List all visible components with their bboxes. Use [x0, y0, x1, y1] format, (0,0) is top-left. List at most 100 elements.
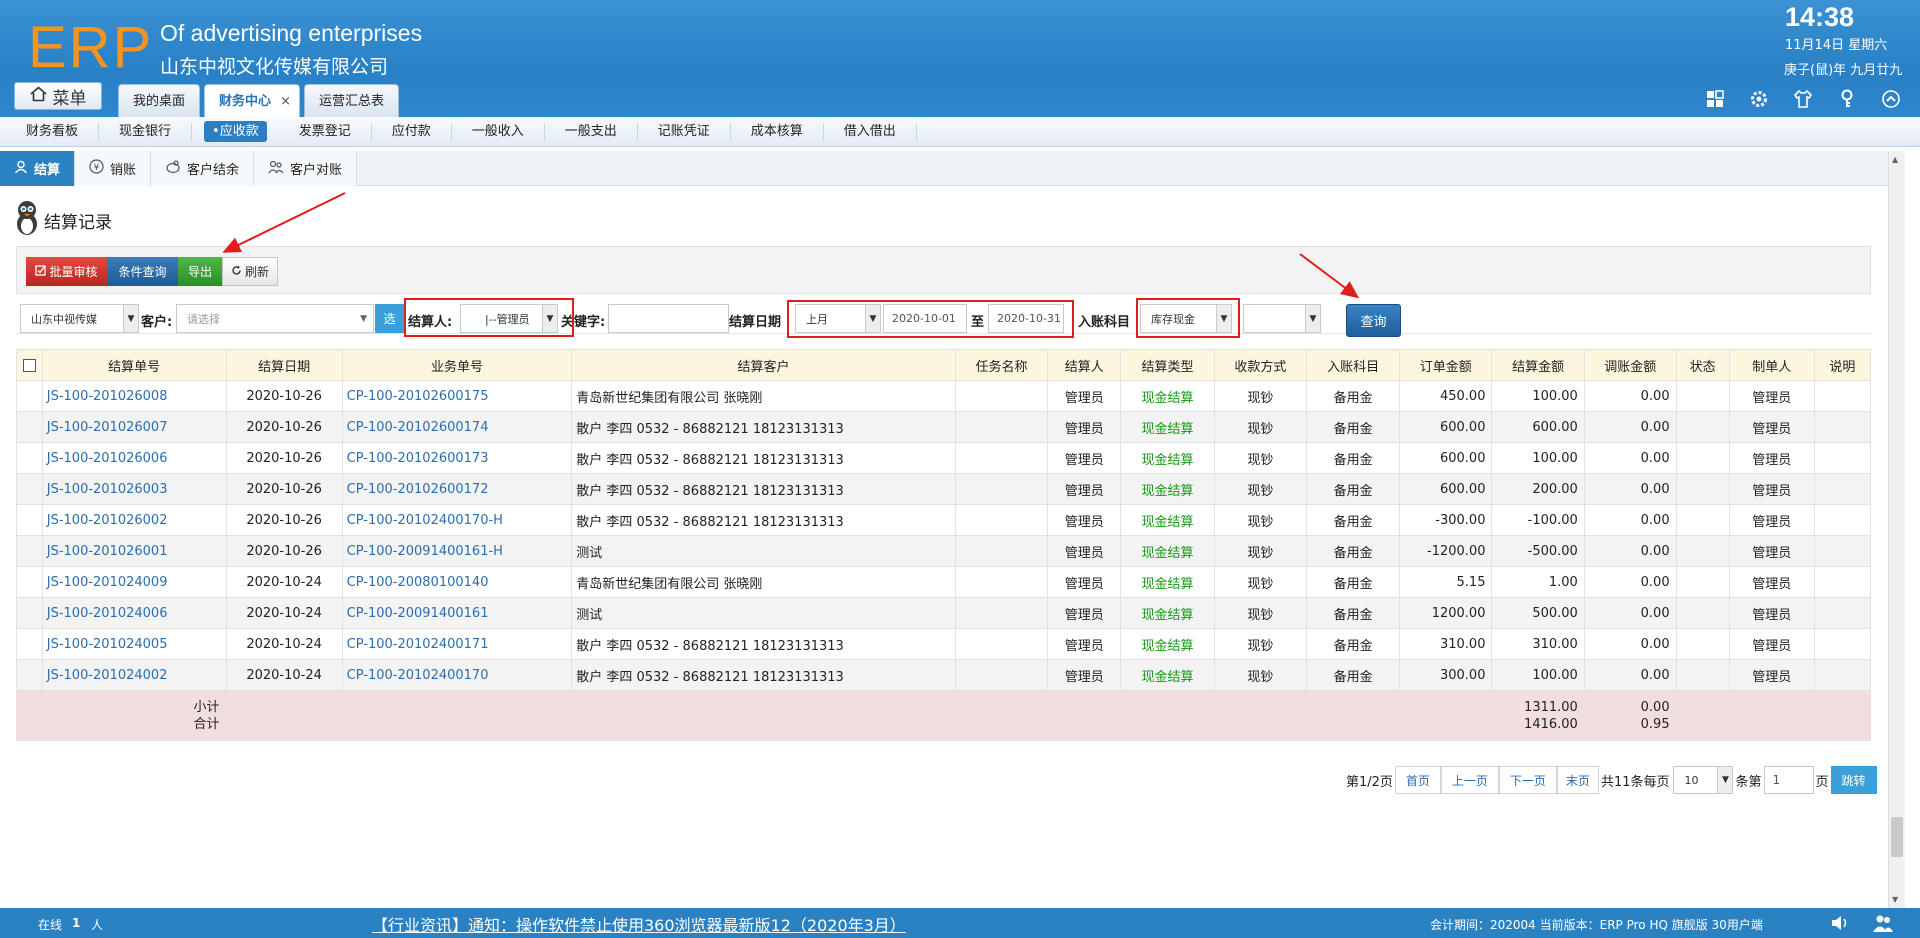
business-no-link[interactable]: CP-100-20102400171	[341, 628, 573, 660]
row-checkbox-cell[interactable]	[16, 442, 43, 474]
table-row[interactable]: JS-100-201026008 2020-10-26 CP-100-2010260…	[16, 380, 1872, 412]
subnav-invoice[interactable]: 发票登记	[279, 122, 372, 141]
business-no-link[interactable]: CP-100-20102400170	[341, 659, 573, 691]
business-no-link[interactable]: CP-100-20102600175	[341, 380, 573, 412]
tab-customer-reconcile[interactable]: 客户对账	[254, 151, 358, 186]
business-no-link[interactable]: CP-100-20102400170-H	[341, 504, 573, 536]
scroll-down-icon[interactable]: ▼	[1892, 895, 1898, 904]
up-icon[interactable]	[1880, 88, 1902, 110]
row-checkbox-cell[interactable]	[16, 535, 43, 567]
table-row[interactable]: JS-100-201024009 2020-10-24 CP-100-2008010…	[16, 566, 1872, 598]
column-header[interactable]: 状态	[1675, 349, 1730, 381]
account-sub-select[interactable]: ▼	[1243, 304, 1321, 333]
business-no-link[interactable]: CP-100-20102600172	[341, 473, 573, 505]
settlement-no-link[interactable]: JS-100-201026002	[41, 504, 227, 536]
settlement-no-link[interactable]: JS-100-201024006	[41, 597, 227, 629]
users-icon[interactable]	[1872, 913, 1894, 936]
business-no-link[interactable]: CP-100-20091400161	[341, 597, 573, 629]
subnav-voucher[interactable]: 记账凭证	[638, 122, 731, 141]
per-page-select[interactable]: 10 ▼	[1673, 766, 1734, 794]
tab-settlement[interactable]: 结算	[0, 151, 76, 186]
menu-button[interactable]: 菜单	[14, 82, 102, 110]
settlement-no-link[interactable]: JS-100-201026003	[41, 473, 227, 505]
shirt-icon[interactable]	[1792, 88, 1814, 110]
column-header[interactable]: 制单人	[1728, 349, 1815, 381]
select-all-checkbox[interactable]	[22, 358, 36, 372]
row-checkbox-cell[interactable]	[16, 628, 43, 660]
scroll-up-icon[interactable]: ▲	[1892, 155, 1898, 164]
row-checkbox-cell[interactable]	[16, 566, 43, 598]
subnav-general-income[interactable]: 一般收入	[452, 122, 545, 141]
settlement-no-link[interactable]: JS-100-201026008	[41, 380, 227, 412]
gear-icon[interactable]	[1748, 88, 1770, 110]
row-checkbox-cell[interactable]	[16, 473, 43, 505]
settlement-no-link[interactable]: JS-100-201024002	[41, 659, 227, 691]
condition-query-button[interactable]: 条件查询	[107, 257, 178, 286]
keyword-input[interactable]	[608, 304, 729, 333]
settlement-no-link[interactable]: JS-100-201024009	[41, 566, 227, 598]
column-header[interactable]: 结算金额	[1491, 349, 1585, 381]
column-header[interactable]: 入账科目	[1306, 349, 1401, 381]
row-checkbox-cell[interactable]	[16, 380, 43, 412]
query-button[interactable]: 查询	[1346, 304, 1401, 337]
subnav-general-expense[interactable]: 一般支出	[545, 122, 638, 141]
table-row[interactable]: JS-100-201026007 2020-10-26 CP-100-2010260…	[16, 411, 1872, 443]
next-page-button[interactable]: 下一页	[1498, 766, 1557, 794]
business-no-link[interactable]: CP-100-20080100140	[341, 566, 573, 598]
table-row[interactable]: JS-100-201026002 2020-10-26 CP-100-2010240…	[16, 504, 1872, 536]
business-no-link[interactable]: CP-100-20091400161-H	[341, 535, 573, 567]
subnav-finance-board[interactable]: 财务看板	[6, 122, 100, 141]
settlement-no-link[interactable]: JS-100-201026006	[41, 442, 227, 474]
table-row[interactable]: JS-100-201026006 2020-10-26 CP-100-2010260…	[16, 442, 1872, 474]
table-row[interactable]: JS-100-201024006 2020-10-24 CP-100-2009140…	[16, 597, 1872, 629]
vertical-scrollbar[interactable]: ▲ ▼	[1888, 151, 1905, 908]
column-header[interactable]: 说明	[1813, 349, 1872, 381]
table-row[interactable]: JS-100-201024002 2020-10-24 CP-100-2010240…	[16, 659, 1872, 691]
batch-audit-button[interactable]: 批量审核	[26, 257, 107, 286]
table-row[interactable]: JS-100-201024005 2020-10-24 CP-100-2010240…	[16, 628, 1872, 660]
go-page-button[interactable]: 跳转	[1830, 766, 1877, 794]
column-header[interactable]: 调账金额	[1583, 349, 1677, 381]
settlement-no-link[interactable]: JS-100-201026007	[41, 411, 227, 443]
column-header[interactable]: 结算类型	[1120, 349, 1215, 381]
subnav-borrow-lend[interactable]: 借入借出	[824, 122, 917, 141]
row-checkbox-cell[interactable]	[16, 504, 43, 536]
prev-page-button[interactable]: 上一页	[1440, 766, 1499, 794]
column-header[interactable]: 结算日期	[225, 349, 343, 381]
news-ticker-link[interactable]: 【行业资讯】通知：操作软件禁止使用360浏览器最新版12（2020年3月）	[372, 912, 906, 936]
close-icon[interactable]: ×	[280, 85, 291, 118]
business-no-link[interactable]: CP-100-20102600173	[341, 442, 573, 474]
settlement-no-link[interactable]: JS-100-201026001	[41, 535, 227, 567]
subnav-cost-accounting[interactable]: 成本核算	[731, 122, 824, 141]
first-page-button[interactable]: 首页	[1394, 766, 1441, 794]
column-header[interactable]: 任务名称	[954, 349, 1049, 381]
column-header[interactable]: 业务单号	[341, 349, 573, 381]
row-checkbox-cell[interactable]	[16, 597, 43, 629]
row-checkbox-cell[interactable]	[16, 659, 43, 691]
export-button[interactable]: 导出	[178, 257, 222, 286]
tab-write-off[interactable]: ¥ 销账	[75, 151, 152, 186]
row-checkbox-cell[interactable]	[16, 411, 43, 443]
table-row[interactable]: JS-100-201026001 2020-10-26 CP-100-2009140…	[16, 535, 1872, 567]
subnav-cash-bank[interactable]: 现金银行	[99, 122, 193, 141]
table-row[interactable]: JS-100-201026003 2020-10-26 CP-100-2010260…	[16, 473, 1872, 505]
page-number-input[interactable]: 1	[1763, 766, 1814, 794]
settlement-no-link[interactable]: JS-100-201024005	[41, 628, 227, 660]
tab-finance-center[interactable]: 财务中心 ×	[204, 84, 301, 118]
refresh-button[interactable]: 刷新	[222, 257, 278, 286]
customer-select-button[interactable]: 选	[375, 304, 404, 333]
column-header[interactable]: 结算客户	[571, 349, 956, 381]
tab-my-desktop[interactable]: 我的桌面	[118, 84, 201, 117]
company-select[interactable]: 山东中视传媒 ▼	[20, 304, 139, 333]
subnav-receivables[interactable]: •应收款	[204, 121, 267, 142]
tab-operations-summary[interactable]: 运营汇总表	[304, 84, 400, 117]
grid-icon[interactable]	[1704, 88, 1726, 110]
scroll-thumb[interactable]	[1891, 817, 1903, 857]
key-icon[interactable]	[1836, 88, 1858, 110]
column-header[interactable]: 结算单号	[41, 349, 227, 381]
customer-select[interactable]: 请选择 ▼	[176, 304, 374, 333]
tab-customer-balance[interactable]: 客户结余	[151, 151, 255, 186]
column-header[interactable]: 订单金额	[1399, 349, 1493, 381]
volume-icon[interactable]	[1830, 914, 1850, 935]
subnav-payables[interactable]: 应付款	[372, 122, 452, 141]
